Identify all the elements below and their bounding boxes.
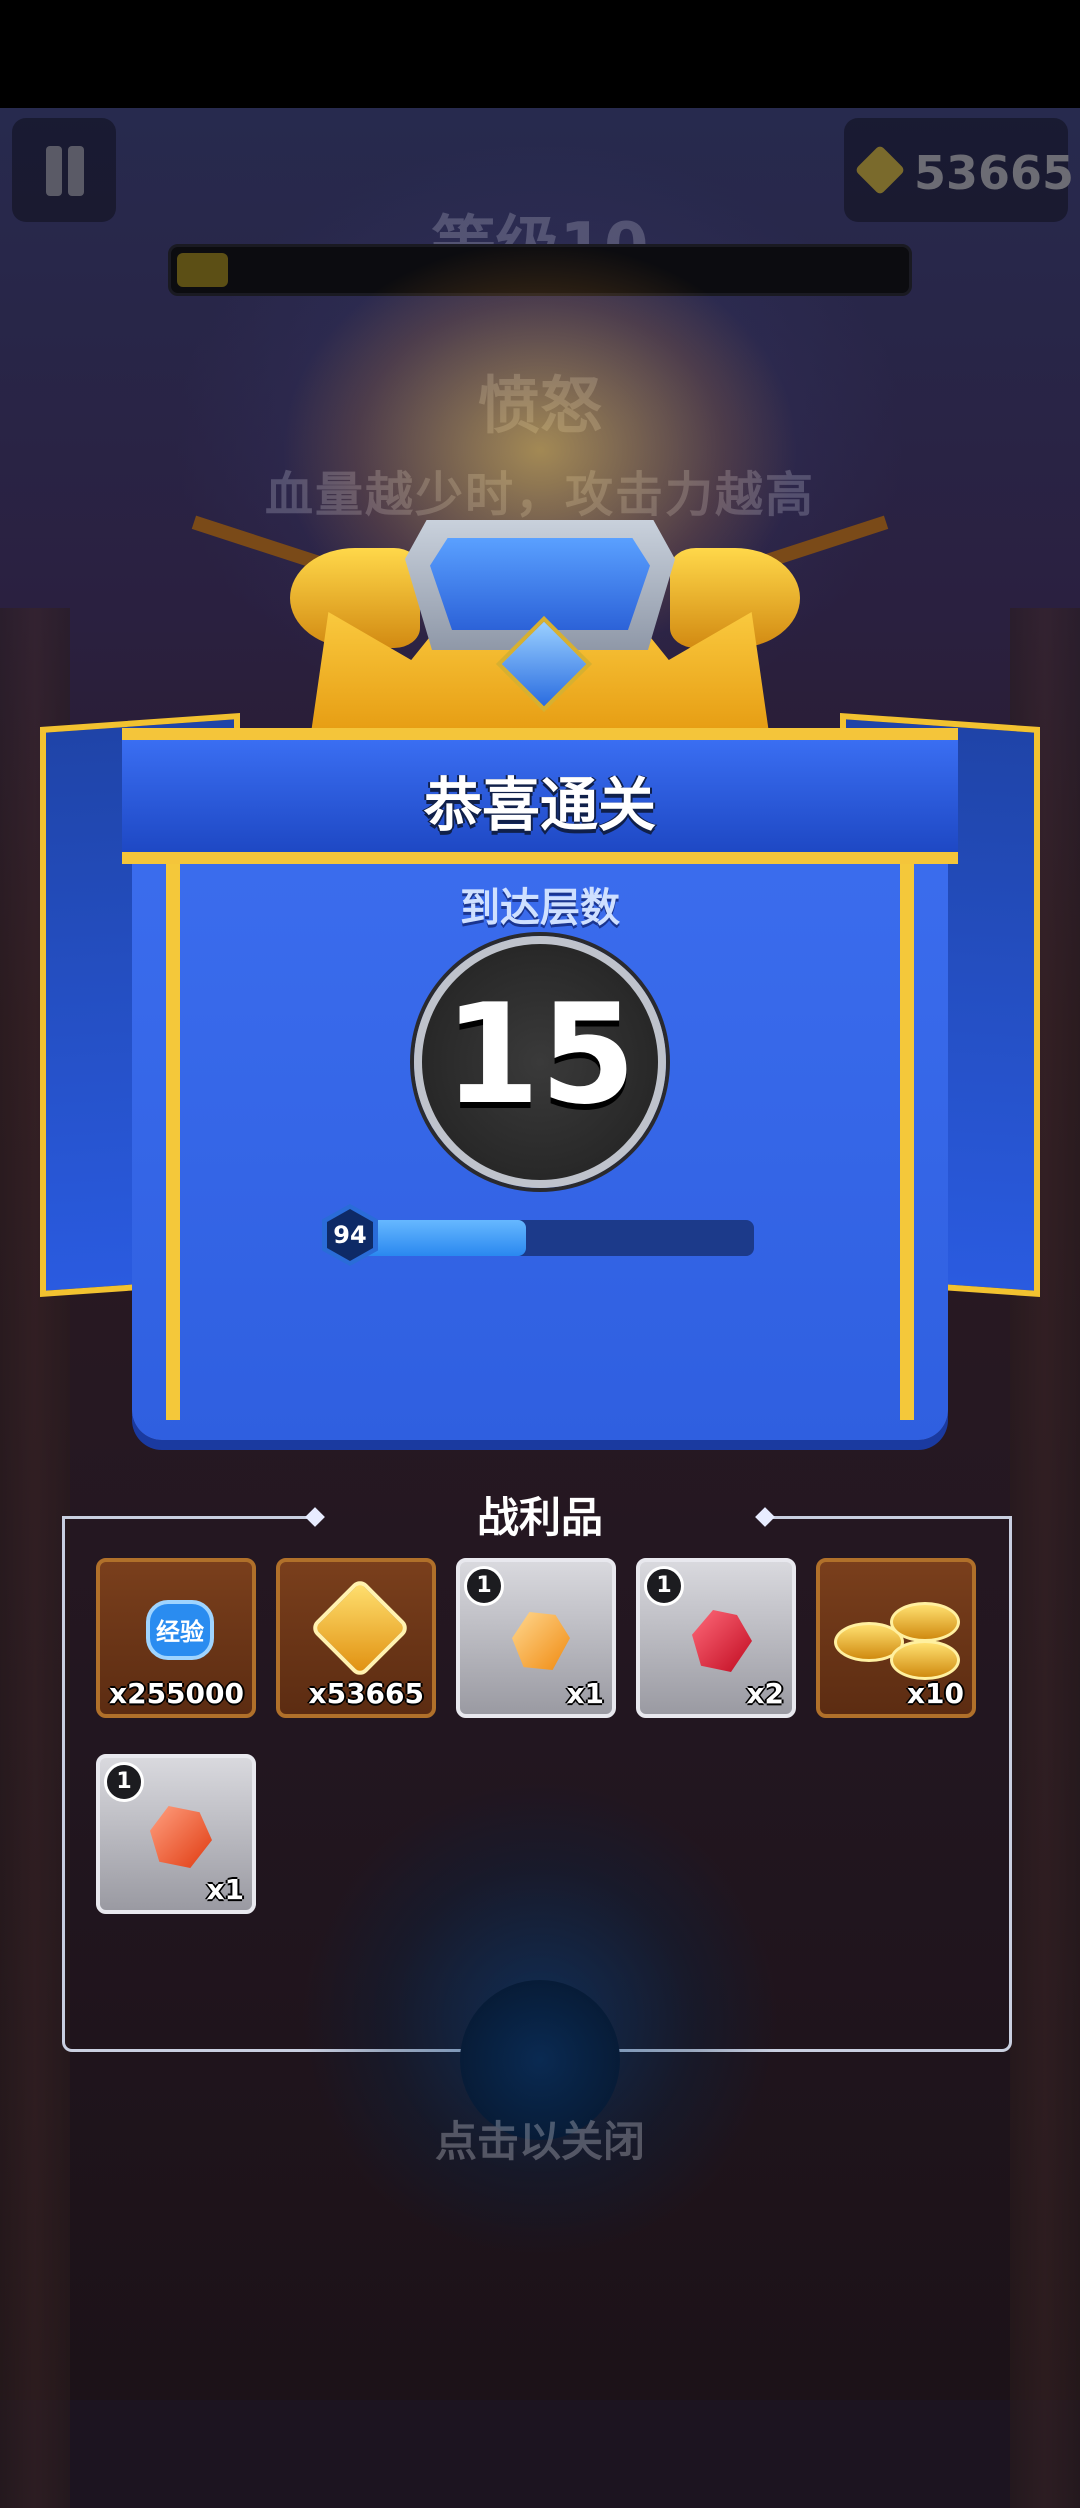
- loot-item-qty: x2: [746, 1677, 784, 1710]
- loot-item-gold[interactable]: x53665: [276, 1558, 436, 1718]
- loot-item-red-orange-gem[interactable]: 1 x1: [96, 1754, 256, 1914]
- loot-item-qty: x10: [906, 1677, 964, 1710]
- loot-item-coins[interactable]: x10: [816, 1558, 976, 1718]
- pause-icon: [46, 146, 62, 196]
- loot-item-orange-gem[interactable]: 1 x1: [456, 1558, 616, 1718]
- status-bar: [0, 0, 1080, 108]
- loot-item-badge: 1: [644, 1566, 684, 1606]
- level-xp-fill: [177, 253, 228, 287]
- gold-bow-coin-icon: [309, 1577, 411, 1679]
- floor-value: 15: [443, 974, 637, 1135]
- currency-value: 53665: [914, 146, 1075, 200]
- red-orange-gem-icon: [150, 1806, 212, 1868]
- victory-title: 恭喜通关: [423, 771, 656, 839]
- loot-item-qty: x53665: [308, 1677, 424, 1710]
- red-gem-icon: [692, 1610, 752, 1672]
- loot-item-badge: 1: [104, 1762, 144, 1802]
- orange-gem-icon: [512, 1612, 570, 1670]
- loot-item-badge: 1: [464, 1566, 504, 1606]
- exp-badge-label: 经验: [156, 1618, 204, 1646]
- tap-to-close-hint[interactable]: 点击以关闭: [0, 2108, 1080, 2169]
- loot-item-red-gem[interactable]: 1 x2: [636, 1558, 796, 1718]
- player-level-badge: 94: [322, 1204, 378, 1266]
- player-level-progress-bar: [340, 1220, 754, 1256]
- loot-item-exp[interactable]: 经验 x255000: [96, 1558, 256, 1718]
- crown-emblem-icon: [310, 520, 770, 740]
- loot-item-qty: x1: [206, 1873, 244, 1906]
- floor-label: 到达层数: [460, 885, 620, 931]
- player-level-value: 94: [333, 1221, 367, 1249]
- loot-item-qty: x1: [566, 1677, 604, 1710]
- loot-item-qty: x255000: [109, 1677, 244, 1710]
- joystick[interactable]: [300, 1780, 780, 2260]
- gold-diamond-icon: [854, 144, 906, 196]
